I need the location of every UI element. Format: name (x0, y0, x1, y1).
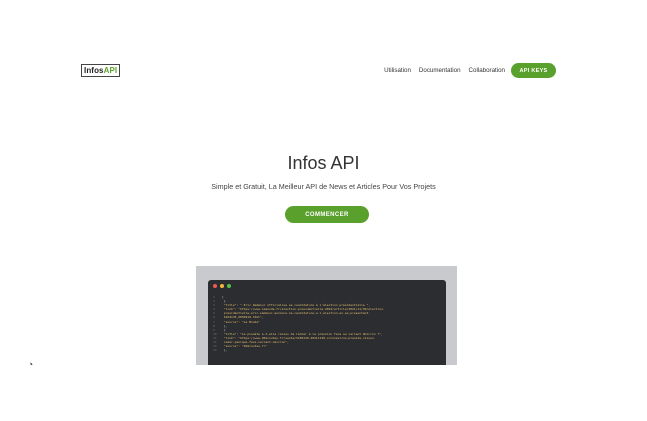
hero-subtitle: Simple et Gratuit, La Meilleur API de Ne… (211, 182, 436, 192)
nav-link-collaboration[interactable]: Collaboration (469, 67, 505, 74)
commencer-button[interactable]: COMMENCER (285, 206, 369, 223)
nav-link-documentation[interactable]: Documentation (419, 67, 461, 74)
code-window: 1[ 2 { 3 "title": " Eric Zemmour officia… (208, 280, 446, 365)
code-line: 14 }, (213, 348, 441, 352)
site-logo[interactable]: InfosAPI (81, 64, 121, 77)
code-block: 1[ 2 { 3 "title": " Eric Zemmour officia… (213, 295, 441, 352)
logo-text-main: Infos (84, 66, 104, 75)
page: InfosAPI Utilisation Documentation Colla… (0, 0, 647, 421)
close-dot-icon (213, 284, 217, 288)
line-number: 14 (213, 348, 217, 353)
api-keys-button[interactable]: API KEYS (511, 63, 556, 78)
line-text: }, (222, 348, 228, 353)
mouse-cursor-icon (29, 361, 33, 366)
code-preview-frame: 1[ 2 { 3 "title": " Eric Zemmour officia… (196, 266, 457, 365)
minimize-dot-icon (220, 284, 224, 288)
main-nav: Utilisation Documentation Collaboration … (376, 63, 556, 78)
nav-link-utilisation[interactable]: Utilisation (384, 67, 411, 74)
window-controls (213, 284, 231, 288)
line-text: "source": "Le Monde" (222, 319, 260, 324)
hero-title: Infos API (287, 153, 360, 174)
maximize-dot-icon (227, 284, 231, 288)
line-text: "source": "20minutes.fr" (222, 344, 268, 349)
logo-text-accent: API (103, 66, 118, 75)
